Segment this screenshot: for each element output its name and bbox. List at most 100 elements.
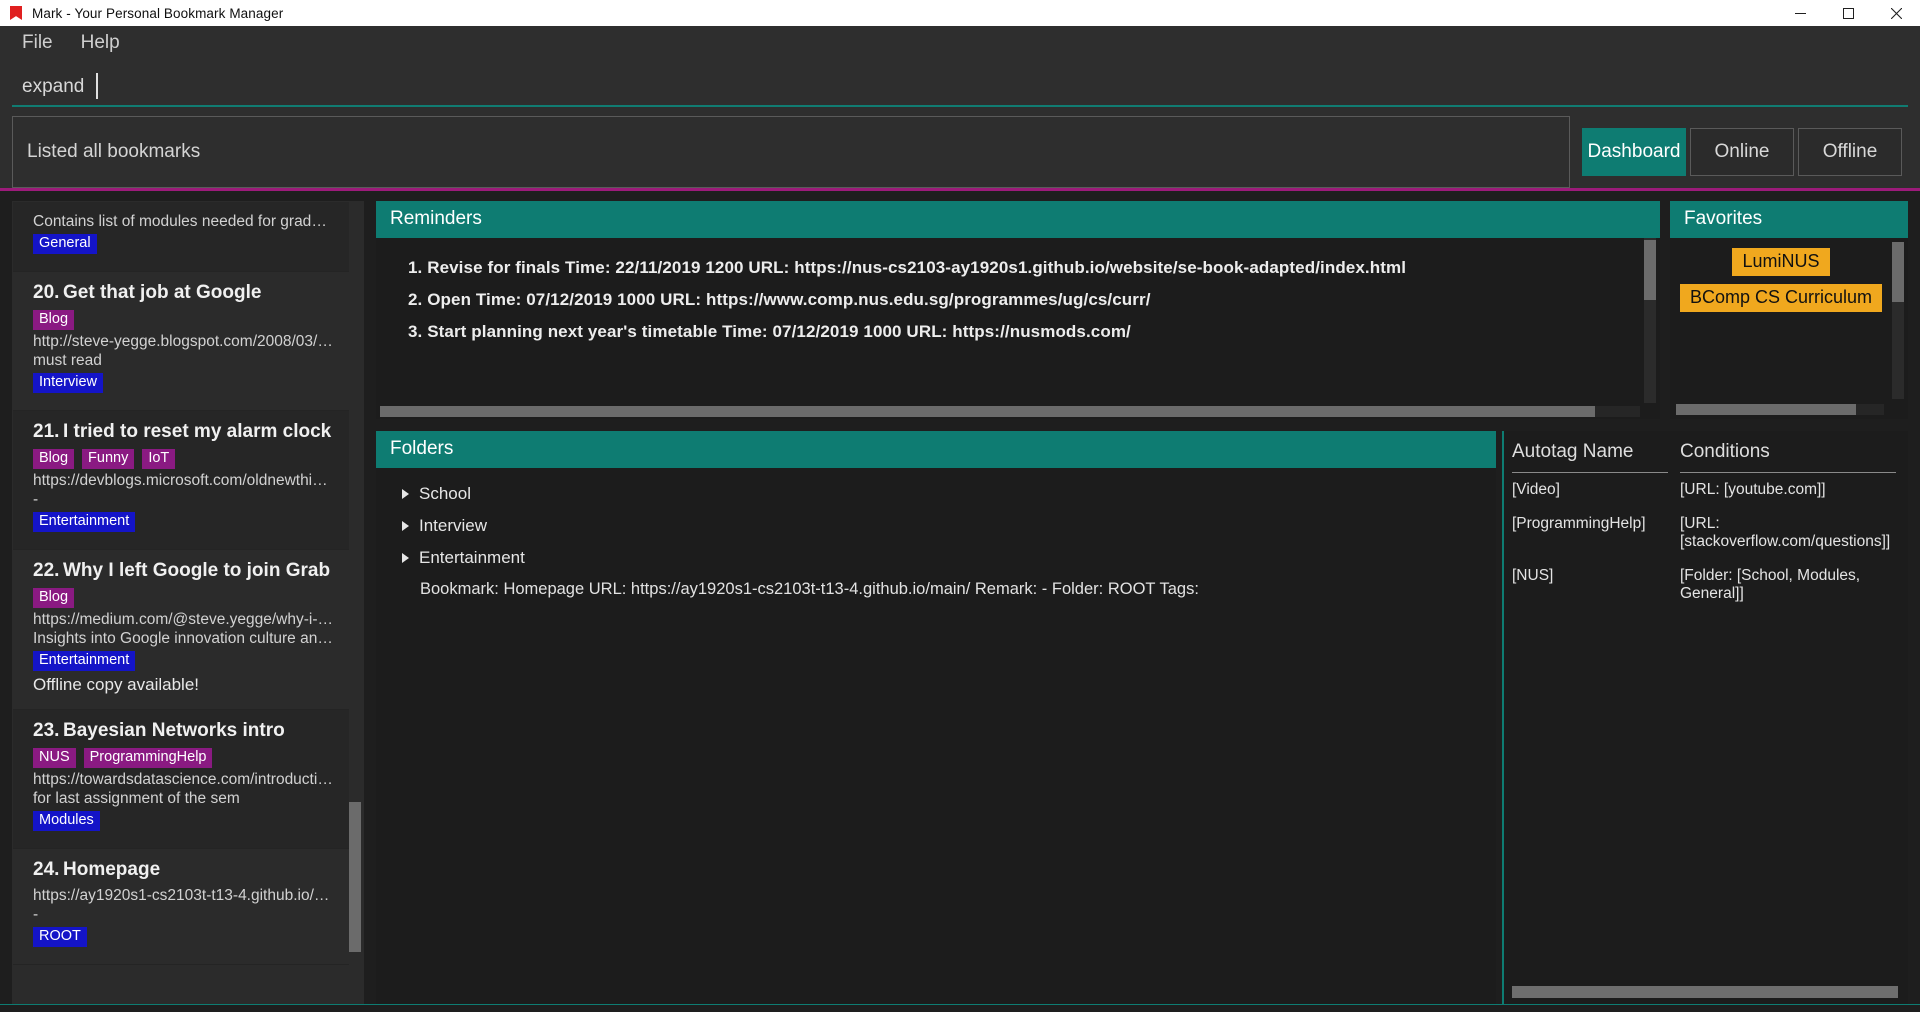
folders-tree[interactable]: School Interview Entertainment Bookmark:… <box>376 468 1496 1004</box>
menu-item-help[interactable]: Help <box>69 28 132 58</box>
bookmark-list-panel[interactable]: Contains list of modules needed for grad… <box>12 201 364 1004</box>
list-item[interactable]: 20. Get that job at Google Blog http://st… <box>13 272 349 411</box>
favorites-vertical-scrollbar[interactable] <box>1892 242 1904 399</box>
chevron-right-icon[interactable] <box>402 489 409 499</box>
tab-offline[interactable]: Offline <box>1798 128 1902 176</box>
favorites-body[interactable]: LumiNUS BComp CS Curriculum <box>1670 238 1908 419</box>
bookmark-name: Why I left Google to join Grab <box>63 560 331 581</box>
header-divider <box>1680 472 1896 473</box>
bookmark-folders: ROOT <box>33 927 335 947</box>
scrollbar-thumb[interactable] <box>1892 242 1904 302</box>
scrollbar-thumb[interactable] <box>1644 240 1656 300</box>
autotag-condition: [Folder: [School, Modules, General]] <box>1680 567 1861 602</box>
minimize-icon[interactable] <box>1776 0 1824 26</box>
bookmark-tags: Blog <box>33 588 335 608</box>
bookmark-title: 23. Bayesian Networks intro <box>33 720 335 742</box>
list-item[interactable]: 24. Homepage https://ay1920s1-cs2103t-t13… <box>13 849 349 965</box>
result-display: Listed all bookmarks <box>12 116 1570 188</box>
folder-tag[interactable]: Entertainment <box>33 512 136 532</box>
bookmark-tag[interactable]: NUS <box>33 748 76 768</box>
column-label: Autotag Name <box>1512 441 1634 462</box>
tree-item-label: Interview <box>419 516 488 535</box>
list-item[interactable]: Contains list of modules needed for grad… <box>13 202 349 272</box>
bookmark-title: 22. Why I left Google to join Grab <box>33 560 335 582</box>
bookmark-name: Get that job at Google <box>63 282 262 303</box>
reminders-panel: Reminders 1. Revise for finals Time: 22/… <box>376 201 1660 419</box>
list-item[interactable]: 22. Why I left Google to join Grab Blog h… <box>13 550 349 710</box>
bookmark-tags: Blog <box>33 310 335 330</box>
scrollbar-thumb[interactable] <box>380 406 1595 417</box>
maximize-icon[interactable] <box>1824 0 1872 26</box>
tab-dashboard[interactable]: Dashboard <box>1582 128 1686 176</box>
menu-bar: File Help <box>0 26 1920 60</box>
list-item[interactable]: 21. I tried to reset my alarm clock Blog … <box>13 411 349 550</box>
chevron-right-icon[interactable] <box>402 553 409 563</box>
favorites-horizontal-scrollbar[interactable] <box>1676 404 1884 415</box>
bookmark-name: Bayesian Networks intro <box>63 720 285 741</box>
autotag-name: [NUS] <box>1512 567 1554 584</box>
reminders-vertical-scrollbar[interactable] <box>1644 238 1656 403</box>
autotag-table-header: Autotag Name Conditions <box>1504 431 1908 473</box>
bookmark-remark: must read <box>33 352 102 369</box>
bookmark-url[interactable]: https://ay1920s1-cs2103t-t13-4.github.io… <box>33 887 335 905</box>
bottom-section: Folders School Interview Entertainment B <box>376 431 1908 1004</box>
scrollbar-thumb[interactable] <box>349 802 361 952</box>
folders-title: Folders <box>376 431 1496 468</box>
bookmark-folders: Entertainment <box>33 651 335 671</box>
bookmark-title: 21. I tried to reset my alarm clock <box>33 421 335 443</box>
bookmark-tag[interactable]: IoT <box>142 449 176 469</box>
folder-tag[interactable]: Interview <box>33 373 104 393</box>
favorites-list: LumiNUS BComp CS Curriculum <box>1676 244 1886 399</box>
bookmark-url[interactable]: http://steve-yegge.blogspot.com/2008/03/… <box>33 333 335 351</box>
reminder-item[interactable]: 2. Open Time: 07/12/2019 1000 URL: https… <box>376 284 1642 316</box>
bookmark-url[interactable]: https://medium.com/@steve.yegge/why-i-le… <box>33 611 335 629</box>
bookmark-url[interactable]: https://devblogs.microsoft.com/oldnewthi… <box>33 472 335 490</box>
autotag-name: [ProgrammingHelp] <box>1512 515 1646 532</box>
tree-item-bookmark-detail[interactable]: Bookmark: Homepage URL: https://ay1920s1… <box>394 574 1496 605</box>
table-row[interactable]: [NUS] [Folder: [School, Modules, General… <box>1504 559 1908 611</box>
tree-item-school[interactable]: School <box>394 478 1496 510</box>
bookmark-tag[interactable]: ProgrammingHelp <box>83 748 213 768</box>
bookmark-tag[interactable]: Funny <box>82 449 135 469</box>
table-row[interactable]: [ProgrammingHelp] [URL: [stackoverflow.c… <box>1504 507 1908 559</box>
window-title: Mark - Your Personal Bookmark Manager <box>32 5 284 21</box>
tree-item-label: School <box>419 484 471 503</box>
folder-tag[interactable]: ROOT <box>33 927 87 947</box>
reminders-body[interactable]: 1. Revise for finals Time: 22/11/2019 12… <box>376 238 1660 419</box>
reminder-item[interactable]: 3. Start planning next year's timetable … <box>376 316 1642 348</box>
folder-tag[interactable]: Modules <box>33 811 100 831</box>
reminders-title: Reminders <box>376 201 1660 238</box>
folder-tag[interactable]: Entertainment <box>33 651 136 671</box>
list-item[interactable]: 23. Bayesian Networks intro NUS Programmi… <box>13 710 349 849</box>
folder-tag[interactable]: General <box>33 234 97 254</box>
bookmark-tag[interactable]: Blog <box>33 310 75 330</box>
close-icon[interactable] <box>1872 0 1920 26</box>
favorite-chip[interactable]: BComp CS Curriculum <box>1679 284 1883 312</box>
favorites-title: Favorites <box>1670 201 1908 238</box>
reminder-item[interactable]: 1. Revise for finals Time: 22/11/2019 12… <box>376 252 1642 284</box>
autotag-name-column-header: Autotag Name <box>1512 441 1680 473</box>
bookmark-list-scrollbar[interactable] <box>349 202 361 1003</box>
chevron-right-icon[interactable] <box>402 521 409 531</box>
scrollbar-thumb[interactable] <box>1512 986 1898 998</box>
top-section: Reminders 1. Revise for finals Time: 22/… <box>376 201 1908 419</box>
reminders-horizontal-scrollbar[interactable] <box>380 406 1640 417</box>
bookmark-tag[interactable]: Blog <box>33 449 75 469</box>
autotag-horizontal-scrollbar[interactable] <box>1512 986 1898 998</box>
tree-item-interview[interactable]: Interview <box>394 510 1496 542</box>
bookmark-tags: NUS ProgrammingHelp <box>33 748 335 768</box>
menu-item-file[interactable]: File <box>10 28 65 58</box>
table-row[interactable]: [Video] [URL: [youtube.com]] <box>1504 473 1908 507</box>
bookmark-index: 21. <box>33 421 60 442</box>
tree-item-entertainment[interactable]: Entertainment <box>394 542 1496 574</box>
bookmark-url[interactable]: https://towardsdatascience.com/introduct… <box>33 771 335 789</box>
favorite-chip[interactable]: LumiNUS <box>1732 248 1830 276</box>
scrollbar-thumb[interactable] <box>1676 404 1856 415</box>
bookmark-name: Homepage <box>63 859 161 880</box>
tab-online[interactable]: Online <box>1690 128 1794 176</box>
bookmark-index: 22. <box>33 560 60 581</box>
bookmark-index: 20. <box>33 282 60 303</box>
bookmark-index: 23. <box>33 720 60 741</box>
bookmark-tag[interactable]: Blog <box>33 588 75 608</box>
search-input[interactable] <box>12 69 1908 107</box>
